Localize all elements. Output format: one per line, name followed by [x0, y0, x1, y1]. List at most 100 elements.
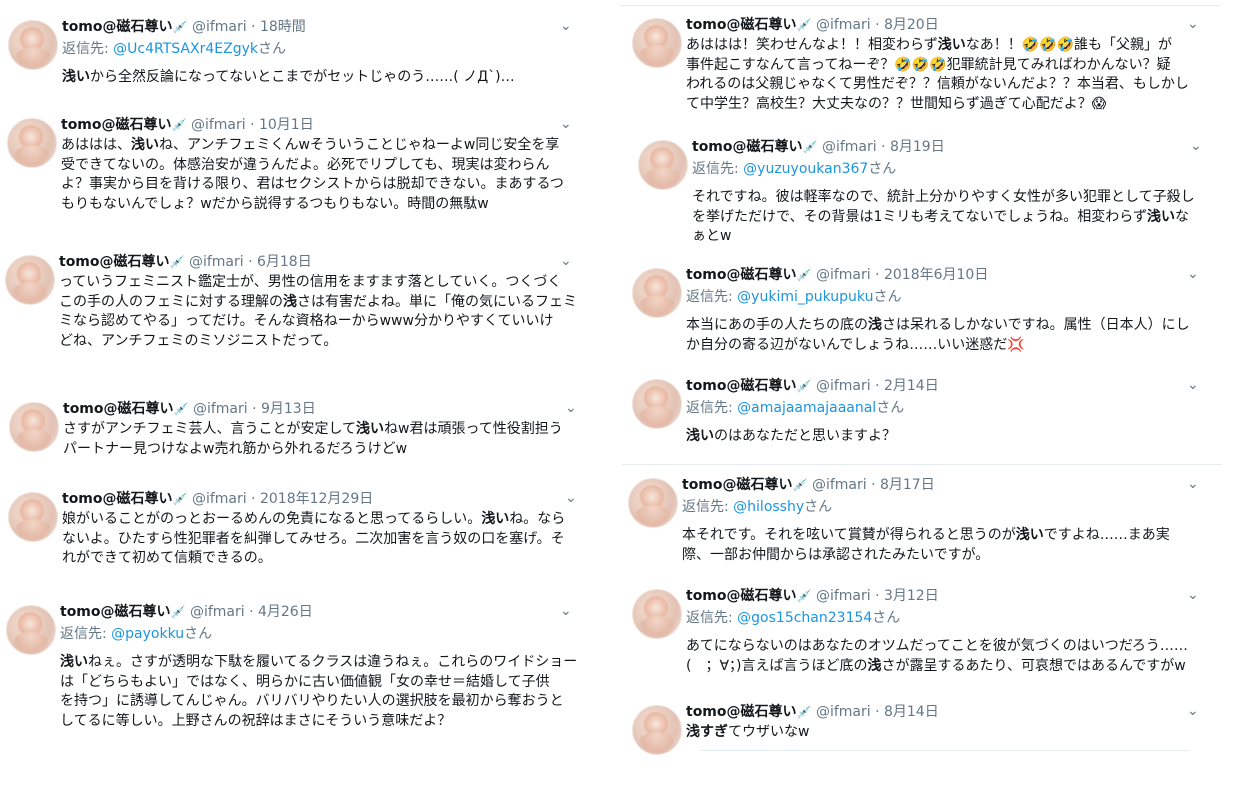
avatar[interactable]	[8, 20, 58, 70]
reply-mention-link[interactable]: @payokku	[111, 626, 184, 642]
user-handle[interactable]: @ifmari	[191, 117, 246, 133]
text-segment: て中学生？高校生？大丈夫なの？？世間知らず過ぎて心配だよ？😱	[686, 95, 1107, 112]
tweet-timestamp[interactable]: 8月20日	[884, 17, 939, 33]
avatar[interactable]	[638, 140, 688, 190]
user-handle[interactable]: @ifmari	[816, 17, 871, 33]
text-segment: な	[1174, 208, 1189, 225]
user-handle[interactable]: @ifmari	[816, 378, 871, 394]
text-segment: さが露呈するあたり、可哀想ではあるんですがw	[881, 657, 1186, 674]
user-name[interactable]: tomo@磁石尊い	[686, 17, 797, 33]
tweet-text-line: どね、アンチフェミのミソジニストだって。	[59, 332, 577, 352]
user-handle[interactable]: @ifmari	[816, 267, 871, 283]
tweet-timestamp[interactable]: 8月14日	[884, 704, 939, 720]
tweet-header: tomo@磁石尊い💉 @ifmari · 3月12日	[686, 587, 939, 605]
tweet-text-line: あははは、浅いね、アンチフェミくんwそういうことじゃねーよw同じ安全を享	[61, 136, 564, 156]
tweet: tomo@磁石尊い💉 @ifmari · 9月13日 ⌄ さすがアンチフェミ芸人、言…	[9, 400, 585, 502]
tweet-timestamp[interactable]: 2018年12月29日	[260, 491, 373, 507]
user-handle[interactable]: @ifmari	[193, 401, 248, 417]
tweet-timestamp[interactable]: 8月19日	[890, 139, 945, 155]
chevron-down-icon[interactable]: ⌄	[1187, 377, 1199, 393]
avatar[interactable]	[632, 379, 682, 429]
avatar[interactable]	[632, 18, 682, 68]
syringe-icon: 💉	[171, 118, 187, 132]
separator-dot: ·	[875, 588, 880, 604]
separator-dot: ·	[875, 378, 880, 394]
user-handle[interactable]: @ifmari	[192, 491, 247, 507]
user-handle[interactable]: @ifmari	[190, 604, 245, 620]
chevron-down-icon[interactable]: ⌄	[560, 116, 572, 132]
chevron-down-icon[interactable]: ⌄	[1187, 476, 1199, 492]
user-handle[interactable]: @ifmari	[189, 254, 244, 270]
chevron-down-icon[interactable]: ⌄	[560, 253, 572, 269]
tweet-text: 浅すぎてウザいなw	[686, 723, 809, 743]
user-handle[interactable]: @ifmari	[812, 477, 867, 493]
tweet-text-line: ぁとw	[692, 227, 1195, 247]
syringe-icon: 💉	[172, 492, 188, 506]
tweet-timestamp[interactable]: 2月14日	[884, 378, 939, 394]
chevron-down-icon[interactable]: ⌄	[1190, 138, 1202, 154]
tweet-timestamp[interactable]: 10月1日	[259, 117, 314, 133]
chevron-down-icon[interactable]: ⌄	[1187, 587, 1199, 603]
user-name[interactable]: tomo@磁石尊い	[62, 491, 173, 507]
user-handle[interactable]: @ifmari	[816, 704, 871, 720]
reply-mention-link[interactable]: @gos15chan23154	[737, 610, 872, 626]
avatar[interactable]	[8, 492, 58, 542]
chevron-down-icon[interactable]: ⌄	[565, 400, 577, 416]
text-segment: 娘がいることがのっとおーるめんの免責になると思ってるらしい。	[62, 511, 482, 527]
user-name[interactable]: tomo@磁石尊い	[686, 704, 797, 720]
chevron-down-icon[interactable]: ⌄	[565, 490, 577, 506]
reply-suffix: さん	[804, 499, 833, 515]
user-handle[interactable]: @ifmari	[816, 588, 871, 604]
reply-mention-link[interactable]: @hilosshy	[733, 499, 804, 515]
reply-mention-link[interactable]: @yukimi_pukupuku	[737, 289, 873, 305]
avatar[interactable]	[7, 118, 57, 168]
tweet-timestamp[interactable]: 4月26日	[258, 604, 313, 620]
user-name[interactable]: tomo@磁石尊い	[686, 378, 797, 394]
user-name[interactable]: tomo@磁石尊い	[686, 588, 797, 604]
tweet-text-line: 受できてないの。体感治安が違うんだよ。必死でリプしても、現実は変わらん	[61, 156, 564, 176]
user-name[interactable]: tomo@磁石尊い	[59, 254, 170, 270]
reply-mention-link[interactable]: @amajaamajaaanal	[737, 400, 876, 416]
tweet: tomo@磁石尊い💉 @ifmari · 8月17日 ⌄ 返信先: @hilossh…	[628, 476, 1207, 578]
avatar[interactable]	[9, 402, 59, 452]
avatar[interactable]	[632, 589, 682, 639]
chevron-down-icon[interactable]: ⌄	[1187, 703, 1199, 719]
avatar[interactable]	[632, 705, 682, 755]
avatar[interactable]	[5, 255, 55, 305]
avatar[interactable]	[632, 268, 682, 318]
tweet-timestamp[interactable]: 2018年6月10日	[884, 267, 988, 283]
chevron-down-icon[interactable]: ⌄	[1187, 16, 1199, 32]
tweet-header: tomo@磁石尊い💉 @ifmari · 8月14日	[686, 703, 939, 721]
user-handle[interactable]: @ifmari	[192, 19, 247, 35]
user-name[interactable]: tomo@磁石尊い	[61, 117, 172, 133]
reply-suffix: さん	[184, 626, 213, 642]
user-name[interactable]: tomo@磁石尊い	[686, 267, 797, 283]
tweet-text-line: この手の人のフェミに対する理解の浅さは有害だよね。単に「俺の気にいるフェミ	[59, 293, 577, 313]
tweet-text-line: を挙げただけで、その背景は1ミリも考えてないでしょうね。相変わらず浅いな	[692, 208, 1195, 228]
tweet-timestamp[interactable]: 9月13日	[261, 401, 316, 417]
tweet-timestamp[interactable]: 8月17日	[880, 477, 935, 493]
reply-mention-link[interactable]: @Uc4RTSAXr4EZgyk	[113, 41, 258, 57]
avatar[interactable]	[6, 605, 56, 655]
user-name[interactable]: tomo@磁石尊い	[682, 477, 793, 493]
user-handle[interactable]: @ifmari	[822, 139, 877, 155]
tweet: tomo@磁石尊い💉 @ifmari · 8月19日 ⌄ 返信先: @yuzuyou…	[638, 138, 1210, 244]
reply-mention-link[interactable]: @yuzuyoukan367	[743, 161, 868, 177]
text-segment: あははは！笑わせんなよ！！相変わらず	[686, 37, 938, 53]
tweet-timestamp[interactable]: 3月12日	[884, 588, 939, 604]
user-name[interactable]: tomo@磁石尊い	[692, 139, 803, 155]
user-name[interactable]: tomo@磁石尊い	[60, 604, 171, 620]
tweet-text-line: 本それです。それを呟いて賞賛が得られると思うのが浅いですよね……まあ実	[682, 526, 1170, 546]
user-name[interactable]: tomo@磁石尊い	[63, 401, 174, 417]
chevron-down-icon[interactable]: ⌄	[560, 18, 572, 34]
chevron-down-icon[interactable]: ⌄	[1187, 266, 1199, 282]
tweet-timestamp[interactable]: 18時間	[260, 19, 306, 35]
separator-dot: ·	[871, 477, 876, 493]
tweet-timestamp[interactable]: 6月18日	[257, 254, 312, 270]
user-name[interactable]: tomo@磁石尊い	[62, 19, 173, 35]
tweet: tomo@磁石尊い💉 @ifmari · 6月18日 ⌄ っていうフェミニスト鑑定士…	[5, 253, 580, 355]
separator-dot: ·	[251, 19, 256, 35]
chevron-down-icon[interactable]: ⌄	[560, 603, 572, 619]
tweet-text: あははは！笑わせんなよ！！相変わらず浅いなあ！！🤣🤣🤣誰も「父親」が 事件起こすな…	[686, 36, 1189, 114]
avatar[interactable]	[628, 478, 678, 528]
